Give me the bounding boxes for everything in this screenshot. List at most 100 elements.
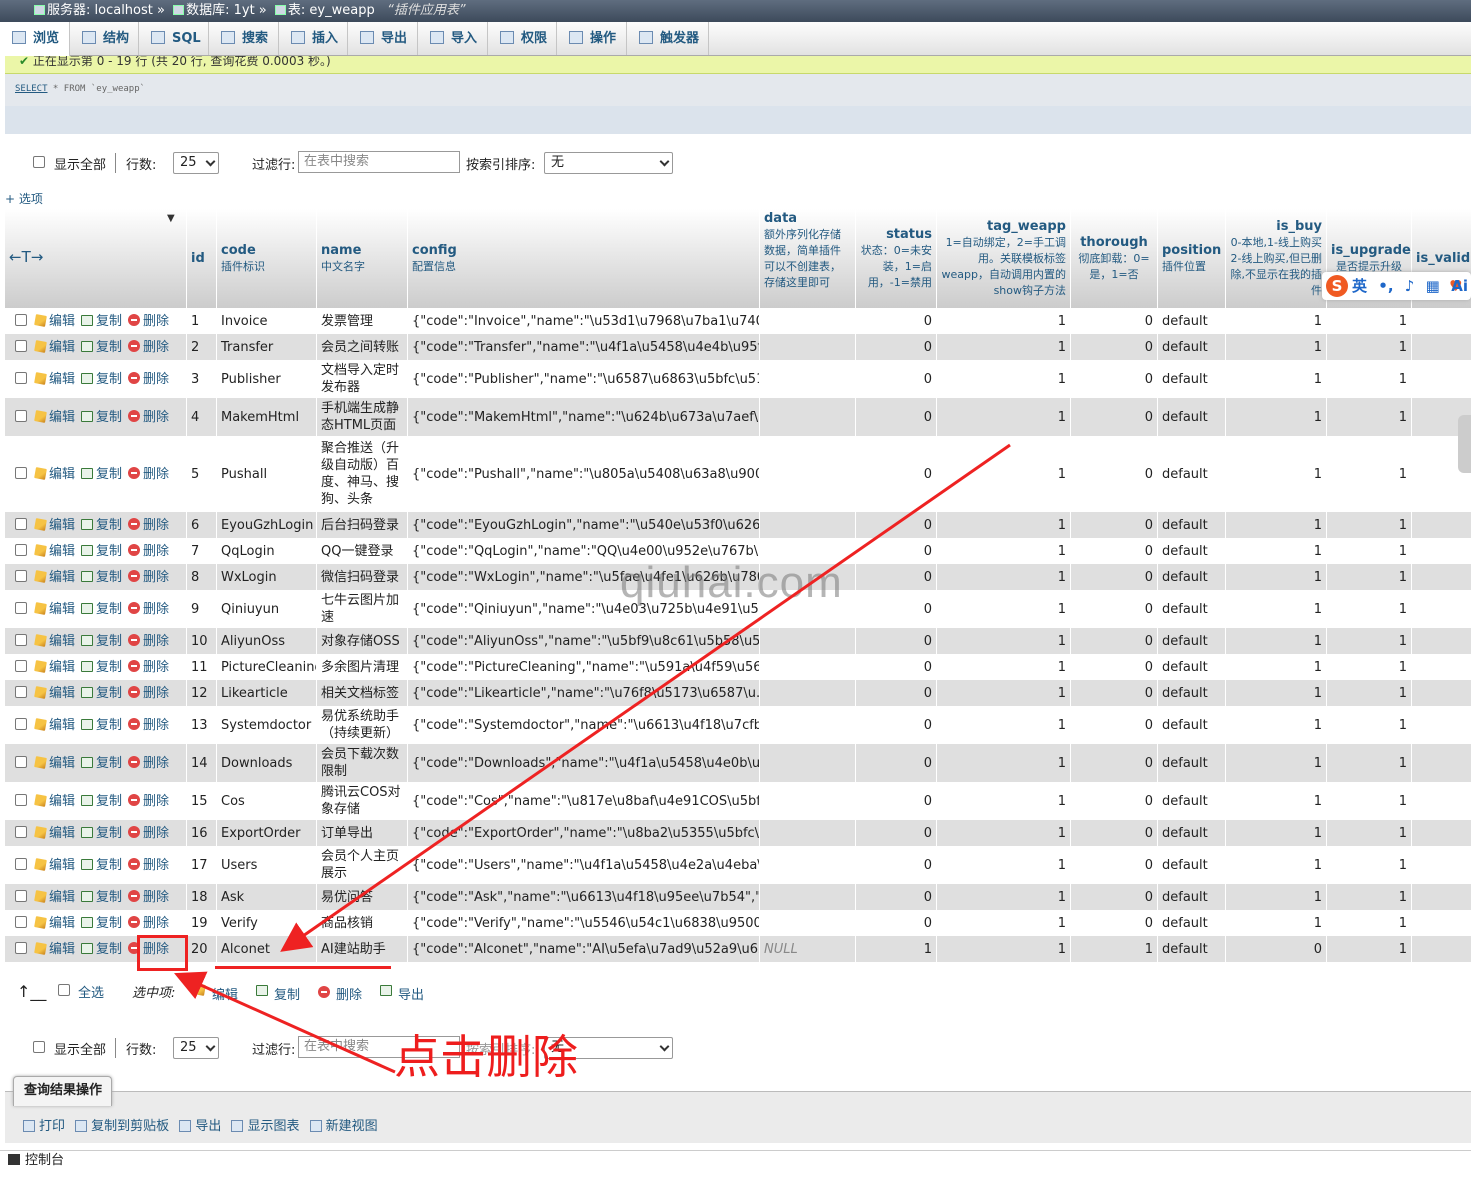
cell-thorough[interactable]: 0 bbox=[1071, 654, 1158, 680]
row-checkbox[interactable] bbox=[15, 915, 27, 928]
create-view-link[interactable]: 新建视图 bbox=[326, 1119, 378, 1134]
cell-is-upgrade[interactable]: 1 bbox=[1327, 590, 1412, 628]
cell-is-valid[interactable] bbox=[1412, 564, 1471, 590]
cell-is-valid[interactable] bbox=[1412, 628, 1471, 654]
cell-is-valid[interactable] bbox=[1412, 334, 1471, 360]
cell-thorough[interactable]: 0 bbox=[1071, 744, 1158, 782]
row-delete-button[interactable]: 删除 bbox=[122, 409, 169, 425]
row-edit-button[interactable]: 编辑 bbox=[27, 942, 75, 957]
cell-is-buy[interactable]: 1 bbox=[1226, 628, 1327, 654]
cell-status[interactable]: 1 bbox=[856, 936, 937, 962]
cell-position[interactable]: default bbox=[1158, 680, 1226, 706]
cell-status[interactable]: 0 bbox=[856, 846, 937, 884]
row-copy-button[interactable]: 复制 bbox=[75, 602, 122, 617]
cell-thorough[interactable]: 0 bbox=[1071, 628, 1158, 654]
cell-id[interactable]: 12 bbox=[187, 680, 217, 706]
tab-export[interactable]: 导出 bbox=[348, 22, 418, 55]
cell-is-valid[interactable] bbox=[1412, 884, 1471, 910]
cell-is-upgrade[interactable]: 1 bbox=[1327, 334, 1412, 360]
row-checkbox[interactable] bbox=[15, 659, 27, 672]
cell-name[interactable]: 发票管理 bbox=[317, 308, 408, 334]
row-edit-button[interactable]: 编辑 bbox=[27, 634, 75, 649]
row-checkbox[interactable] bbox=[15, 466, 27, 479]
cell-id[interactable]: 5 bbox=[187, 436, 217, 512]
cell-name[interactable]: 易优问答 bbox=[317, 884, 408, 910]
cell-code[interactable]: Publisher bbox=[217, 360, 317, 398]
cell-thorough[interactable]: 0 bbox=[1071, 334, 1158, 360]
cell-name[interactable]: 微信扫码登录 bbox=[317, 564, 408, 590]
row-delete-button[interactable]: 删除 bbox=[122, 685, 169, 701]
table-row[interactable]: 编辑 复制 删除 15 Cos 腾讯云COS对象存储 {"code":"Cos","name… bbox=[5, 782, 1471, 820]
cell-thorough[interactable]: 0 bbox=[1071, 680, 1158, 706]
cell-position[interactable]: default bbox=[1158, 846, 1226, 884]
cell-data[interactable] bbox=[760, 782, 856, 820]
bulk-copy-button[interactable]: 复制 bbox=[274, 984, 300, 1003]
cell-code[interactable]: Downloads bbox=[217, 744, 317, 782]
cell-data[interactable] bbox=[760, 744, 856, 782]
cell-thorough[interactable]: 0 bbox=[1071, 360, 1158, 398]
cell-config[interactable]: {"code":"Publisher","name":"\u6587\u6863… bbox=[408, 360, 760, 398]
row-checkbox[interactable] bbox=[15, 569, 27, 582]
row-copy-button[interactable]: 复制 bbox=[75, 718, 122, 733]
column-header[interactable]: id bbox=[187, 209, 217, 308]
cell-is-buy[interactable]: 1 bbox=[1226, 564, 1327, 590]
row-copy-button[interactable]: 复制 bbox=[75, 826, 122, 841]
cell-thorough[interactable]: 0 bbox=[1071, 706, 1158, 744]
cell-position[interactable]: default bbox=[1158, 936, 1226, 962]
row-delete-button[interactable]: 删除 bbox=[122, 517, 169, 533]
tab-sql[interactable]: SQL bbox=[139, 22, 209, 55]
cell-tag-weapp[interactable]: 1 bbox=[937, 820, 1071, 846]
row-checkbox[interactable] bbox=[15, 633, 27, 646]
cell-is-valid[interactable] bbox=[1412, 706, 1471, 744]
table-row[interactable]: 编辑 复制 删除 14 Downloads 会员下载次数限制 {"code":"Downlo… bbox=[5, 744, 1471, 782]
rows-select[interactable]: 25 bbox=[173, 152, 219, 174]
cell-is-upgrade[interactable]: 1 bbox=[1327, 564, 1412, 590]
cell-position[interactable]: default bbox=[1158, 884, 1226, 910]
row-copy-button[interactable]: 复制 bbox=[75, 858, 122, 873]
cell-position[interactable]: default bbox=[1158, 334, 1226, 360]
cell-code[interactable]: PictureCleaning bbox=[217, 654, 317, 680]
scroll-handle[interactable] bbox=[1458, 415, 1471, 473]
row-delete-button[interactable]: 删除 bbox=[122, 889, 169, 905]
row-delete-button[interactable]: 删除 bbox=[122, 825, 169, 841]
cell-tag-weapp[interactable]: 1 bbox=[937, 564, 1071, 590]
cell-code[interactable]: EyouGzhLogin bbox=[217, 512, 317, 538]
tab-insert[interactable]: 插入 bbox=[279, 22, 348, 55]
bulk-edit-button[interactable]: 编辑 bbox=[212, 984, 238, 1003]
row-delete-button[interactable]: 删除 bbox=[122, 371, 169, 387]
cell-tag-weapp[interactable]: 1 bbox=[937, 538, 1071, 564]
cell-thorough[interactable]: 0 bbox=[1071, 564, 1158, 590]
cell-id[interactable]: 17 bbox=[187, 846, 217, 884]
cell-thorough[interactable]: 0 bbox=[1071, 512, 1158, 538]
keyboard-icon[interactable]: ▦ bbox=[1426, 277, 1440, 295]
row-checkbox[interactable] bbox=[15, 857, 27, 870]
cell-is-upgrade[interactable]: 1 bbox=[1327, 654, 1412, 680]
cell-code[interactable]: AliyunOss bbox=[217, 628, 317, 654]
cell-id[interactable]: 14 bbox=[187, 744, 217, 782]
cell-is-buy[interactable]: 1 bbox=[1226, 884, 1327, 910]
cell-code[interactable]: MakemHtml bbox=[217, 398, 317, 436]
cell-code[interactable]: Likearticle bbox=[217, 680, 317, 706]
ai-icon[interactable]: Ai bbox=[1451, 272, 1468, 300]
cell-tag-weapp[interactable]: 1 bbox=[937, 706, 1071, 744]
cell-is-upgrade[interactable]: 1 bbox=[1327, 820, 1412, 846]
row-delete-button[interactable]: 删除 bbox=[122, 569, 169, 585]
cell-id[interactable]: 18 bbox=[187, 884, 217, 910]
cell-position[interactable]: default bbox=[1158, 360, 1226, 398]
row-checkbox[interactable] bbox=[15, 313, 27, 326]
cell-tag-weapp[interactable]: 1 bbox=[937, 512, 1071, 538]
tab-structure[interactable]: 结构 bbox=[70, 22, 139, 55]
cell-is-valid[interactable] bbox=[1412, 820, 1471, 846]
tab-operations[interactable]: 操作 bbox=[557, 22, 627, 55]
cell-data[interactable] bbox=[760, 846, 856, 884]
row-edit-button[interactable]: 编辑 bbox=[27, 410, 75, 425]
row-copy-button[interactable]: 复制 bbox=[75, 410, 122, 425]
cell-data[interactable] bbox=[760, 308, 856, 334]
cell-is-valid[interactable] bbox=[1412, 590, 1471, 628]
cell-is-valid[interactable] bbox=[1412, 512, 1471, 538]
row-edit-button[interactable]: 编辑 bbox=[27, 314, 75, 329]
cell-status[interactable]: 0 bbox=[856, 706, 937, 744]
row-copy-button[interactable]: 复制 bbox=[75, 916, 122, 931]
cell-is-valid[interactable] bbox=[1412, 538, 1471, 564]
cell-config[interactable]: {"code":"Ask","name":"\u6613\u4f18\u95ee… bbox=[408, 884, 760, 910]
